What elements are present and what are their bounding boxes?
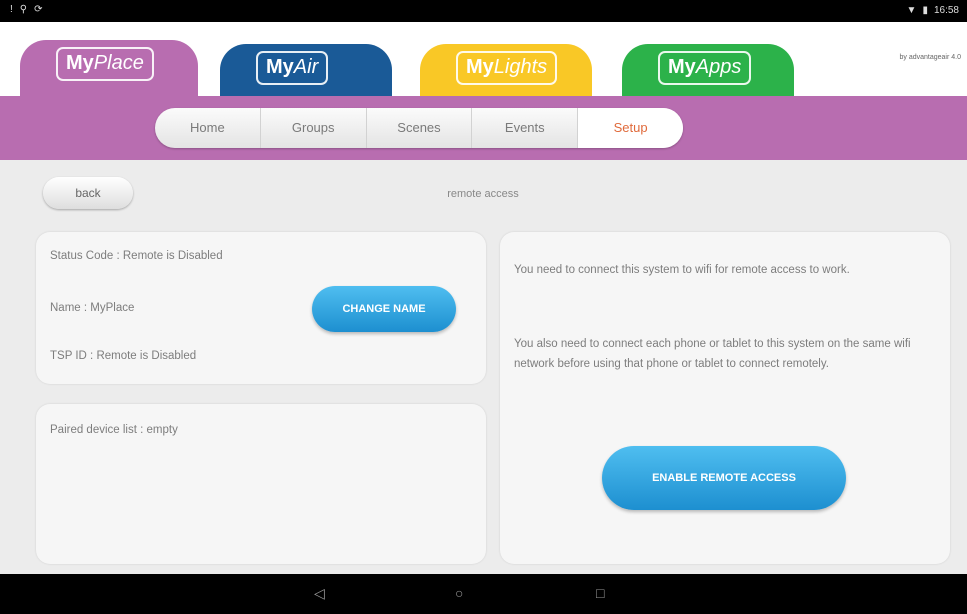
nav-groups[interactable]: Groups <box>261 108 367 148</box>
mylights-logo: MyLights <box>456 51 558 85</box>
clock: 16:58 <box>933 5 959 16</box>
change-name-button[interactable]: CHANGE NAME <box>312 286 456 332</box>
section-nav-bar: Home Groups Scenes Events Setup <box>0 96 967 160</box>
name-text: Name : MyPlace <box>50 302 135 314</box>
nav-events[interactable]: Events <box>472 108 579 148</box>
nav-home[interactable]: Home <box>155 108 261 148</box>
tab-myair[interactable]: MyAir <box>220 44 392 96</box>
android-nav-bar: ◁ ○ □ <box>0 574 967 614</box>
status-code-text: Status Code : Remote is Disabled <box>50 250 223 262</box>
app-tab-strip: MyPlace MyAir MyLights MyApps by advanta… <box>0 22 967 96</box>
wifi-instruction-text: You need to connect this system to wifi … <box>514 264 850 276</box>
myapps-logo: MyApps <box>658 51 752 85</box>
usb-icon: ⚲ <box>19 4 28 15</box>
nav-scenes[interactable]: Scenes <box>367 108 473 148</box>
sync-icon: ⟳ <box>34 4 43 15</box>
battery-icon: ▮ <box>922 5 928 16</box>
back-icon[interactable]: ◁ <box>314 585 325 601</box>
recents-icon[interactable]: □ <box>596 585 604 601</box>
android-status-bar: ! ⚲ ⟳ ▼ ▮ 16:58 <box>0 0 967 22</box>
notification-icon: ! <box>10 4 13 15</box>
page-title: remote access <box>447 188 519 200</box>
main-content: back remote access Status Code : Remote … <box>0 160 967 574</box>
paired-device-list-text: Paired device list : empty <box>50 424 178 436</box>
wifi-icon: ▼ <box>906 5 917 16</box>
tab-myapps[interactable]: MyApps <box>622 44 794 96</box>
status-card: Status Code : Remote is Disabled Name : … <box>36 232 486 384</box>
remote-info-card: You need to connect this system to wifi … <box>500 232 950 564</box>
brand-label: by advantageair 4.0 <box>899 54 962 61</box>
tsp-id-text: TSP ID : Remote is Disabled <box>50 350 197 362</box>
home-icon[interactable]: ○ <box>455 585 463 601</box>
status-right-icons: ▼ ▮ 16:58 <box>907 5 959 17</box>
tab-mylights[interactable]: MyLights <box>420 44 592 96</box>
tab-myplace[interactable]: MyPlace <box>20 40 198 96</box>
myair-logo: MyAir <box>256 51 329 85</box>
nav-setup[interactable]: Setup <box>578 108 683 148</box>
segmented-nav: Home Groups Scenes Events Setup <box>155 108 683 148</box>
enable-remote-access-button[interactable]: ENABLE REMOTE ACCESS <box>602 446 846 510</box>
myplace-logo: MyPlace <box>56 47 154 81</box>
back-button[interactable]: back <box>43 177 133 209</box>
device-instruction-text: You also need to connect each phone or t… <box>514 338 911 370</box>
status-left-icons: ! ⚲ ⟳ <box>10 4 43 16</box>
paired-devices-card: Paired device list : empty <box>36 404 486 564</box>
